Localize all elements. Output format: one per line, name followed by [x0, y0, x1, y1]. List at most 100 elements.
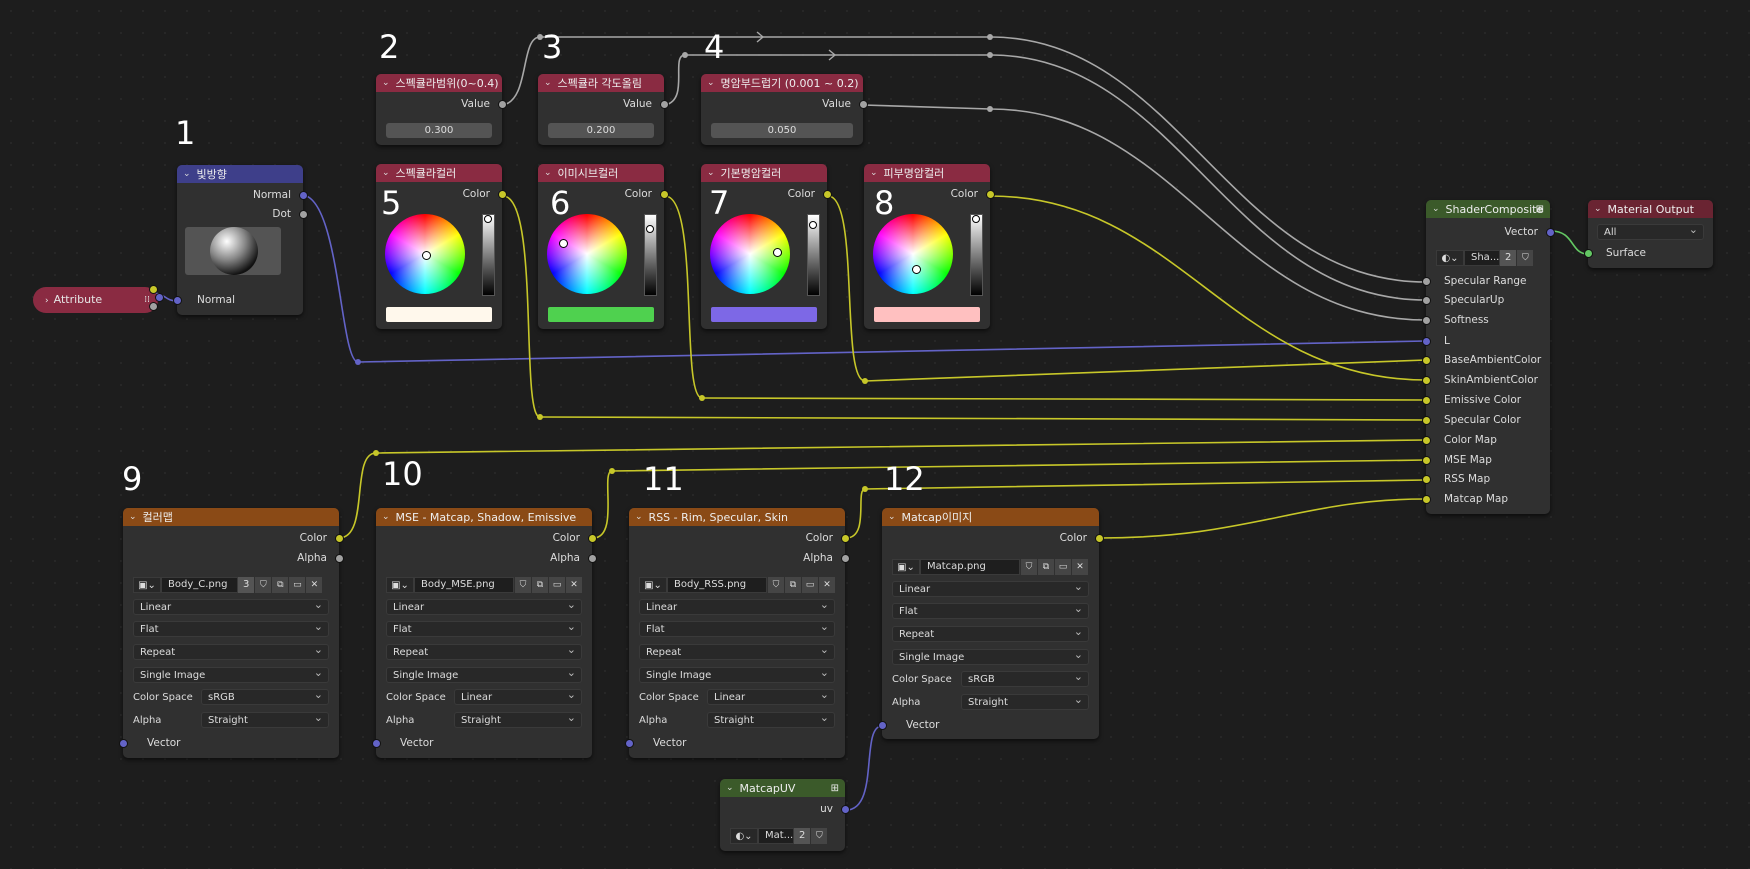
alpha-dropdown[interactable]: Straight [201, 710, 329, 728]
in-skin-ambient-socket[interactable] [1422, 376, 1431, 385]
alpha-dropdown[interactable]: Straight [707, 710, 835, 728]
color-picker-dot[interactable] [912, 265, 921, 274]
fake-user-shield-icon[interactable]: ⛉ [514, 577, 531, 593]
shader-composite-node[interactable]: ⌄ ShaderComposite ⊞ Vector ◐⌄ Sha... 2 ⛉ S… [1422, 200, 1555, 514]
image-browse-icon[interactable]: ▣⌄ [892, 559, 920, 575]
duplicate-icon[interactable]: ⧉ [271, 577, 289, 593]
image-name-field[interactable]: Body_RSS.png [667, 577, 767, 593]
image-name-field[interactable]: Body_MSE.png [414, 577, 514, 593]
projection-dropdown[interactable]: Flat [892, 601, 1089, 619]
color-picker-dot[interactable] [773, 248, 782, 257]
value-slider-handle[interactable] [809, 221, 817, 229]
alpha-dropdown[interactable]: Straight [454, 710, 582, 728]
group-name-field[interactable]: Sha... [1464, 250, 1500, 266]
mse-map-node[interactable]: ⌄ MSE - Matcap, Shadow, Emissive Color Al… [372, 508, 597, 758]
image-users-count[interactable]: 3 [238, 577, 255, 593]
out-color-socket[interactable] [588, 534, 597, 543]
fake-user-shield-icon[interactable]: ⛉ [254, 577, 272, 593]
close-icon[interactable]: ✕ [818, 577, 835, 593]
shader-composite-header[interactable]: ⌄ ShaderComposite ⊞ [1426, 200, 1550, 218]
extension-dropdown[interactable]: Repeat [133, 642, 329, 660]
color-map-header[interactable]: ⌄ 컬러맵 [123, 508, 339, 526]
close-icon[interactable]: ✕ [565, 577, 582, 593]
light-direction-header[interactable]: ⌄ 빛방향 [177, 165, 303, 183]
rss-map-header[interactable]: ⌄ RSS - Rim, Specular, Skin [629, 508, 845, 526]
image-name-field[interactable]: Matcap.png [920, 559, 1020, 575]
node-tree-browse-icon[interactable]: ◐⌄ [1436, 250, 1464, 266]
image-browse-icon[interactable]: ▣⌄ [639, 577, 667, 593]
normal-sphere-widget[interactable] [185, 227, 281, 275]
attribute-fac-socket[interactable] [149, 302, 158, 311]
softness-value-field[interactable]: 0.050 [711, 123, 853, 138]
duplicate-icon[interactable]: ⧉ [1037, 559, 1054, 575]
value-slider-handle[interactable] [484, 215, 492, 223]
in-mse-map-socket[interactable] [1422, 456, 1431, 465]
color-swatch[interactable] [548, 307, 654, 322]
emissive-color-header[interactable]: ⌄ 이미시브컬러 [538, 164, 664, 182]
interpolation-dropdown[interactable]: Linear [639, 597, 835, 615]
out-color-socket[interactable] [841, 534, 850, 543]
light-direction-node[interactable]: ⌄ 빛방향 Normal Dot Normal [173, 165, 308, 315]
out-alpha-socket[interactable] [588, 554, 597, 563]
matcap-uv-header[interactable]: ⌄ MatcapUV ⊞ [720, 779, 845, 797]
spec-up-header[interactable]: ⌄ 스펙큘라 각도올림 [538, 74, 664, 92]
fake-user-shield-icon[interactable]: ⛉ [810, 828, 828, 844]
softness-node[interactable]: ⌄ 명암부드럽기 (0.001 ~ 0.2) Value 0.050 [701, 74, 868, 145]
material-output-header[interactable]: ⌄ Material Output [1588, 200, 1713, 218]
in-specular-up-socket[interactable] [1422, 296, 1431, 305]
projection-dropdown[interactable]: Flat [133, 619, 329, 637]
out-normal-socket[interactable] [299, 191, 308, 200]
image-selector[interactable]: ▣⌄ Body_C.png 3 ⛉ ⧉ ▭ ✕ [133, 577, 329, 593]
base-ambient-out-socket[interactable] [823, 190, 832, 199]
fake-user-shield-icon[interactable]: ⛉ [1516, 250, 1534, 266]
in-specular-color-socket[interactable] [1422, 416, 1431, 425]
out-alpha-socket[interactable] [841, 554, 850, 563]
color-wheel[interactable] [385, 214, 465, 294]
spec-range-value-field[interactable]: 0.300 [386, 123, 492, 138]
skin-ambient-node[interactable]: ⌄ 피부명암컬러 Color 8 [864, 164, 995, 329]
in-matcap-map-socket[interactable] [1422, 495, 1431, 504]
fake-user-shield-icon[interactable]: ⛉ [767, 577, 784, 593]
rss-map-node[interactable]: ⌄ RSS - Rim, Specular, Skin Color Alpha ▣… [625, 508, 850, 758]
fake-user-shield-icon[interactable]: ⛉ [1020, 559, 1037, 575]
in-l-socket[interactable] [1422, 337, 1431, 346]
color-space-dropdown[interactable]: Linear [707, 687, 835, 705]
duplicate-icon[interactable]: ⧉ [531, 577, 548, 593]
value-slider[interactable] [482, 214, 495, 296]
in-normal-socket[interactable] [173, 296, 182, 305]
in-surface-socket[interactable] [1584, 249, 1593, 258]
out-vector-socket[interactable] [1546, 228, 1555, 237]
color-picker-dot[interactable] [559, 239, 568, 248]
spec-range-header[interactable]: ⌄ 스펙큘라범위(0~0.4) [376, 74, 502, 92]
in-color-map-socket[interactable] [1422, 436, 1431, 445]
interpolation-dropdown[interactable]: Linear [386, 597, 582, 615]
out-color-socket[interactable] [335, 534, 344, 543]
color-wheel[interactable] [547, 214, 627, 294]
open-folder-icon[interactable]: ▭ [288, 577, 306, 593]
matcap-uv-node[interactable]: ⌄ MatcapUV ⊞ uv ◐⌄ Mat... 2 ⛉ [720, 779, 850, 851]
color-space-dropdown[interactable]: sRGB [201, 687, 329, 705]
in-emissive-color-socket[interactable] [1422, 396, 1431, 405]
color-swatch[interactable] [711, 307, 817, 322]
color-swatch[interactable] [386, 307, 492, 322]
out-dot-socket[interactable] [299, 210, 308, 219]
value-slider[interactable] [644, 214, 657, 296]
duplicate-icon[interactable]: ⧉ [784, 577, 801, 593]
extension-dropdown[interactable]: Repeat [386, 642, 582, 660]
open-folder-icon[interactable]: ▭ [548, 577, 565, 593]
in-vector-socket[interactable] [372, 739, 381, 748]
color-space-dropdown[interactable]: sRGB [961, 669, 1089, 687]
group-users-count[interactable]: 2 [1500, 250, 1517, 266]
spec-range-out-socket[interactable] [498, 100, 507, 109]
value-slider[interactable] [807, 214, 820, 296]
source-dropdown[interactable]: Single Image [386, 665, 582, 683]
softness-header[interactable]: ⌄ 명암부드럽기 (0.001 ~ 0.2) [701, 74, 863, 92]
skin-ambient-out-socket[interactable] [986, 190, 995, 199]
color-map-node[interactable]: ⌄ 컬러맵 Color Alpha ▣⌄ Body_C.png 3 ⛉ ⧉ ▭ ✕… [119, 508, 344, 758]
close-icon[interactable]: ✕ [1071, 559, 1088, 575]
extension-dropdown[interactable]: Repeat [639, 642, 835, 660]
base-ambient-header[interactable]: ⌄ 기본명암컬러 [701, 164, 827, 182]
in-rss-map-socket[interactable] [1422, 475, 1431, 484]
emissive-color-node[interactable]: ⌄ 이미시브컬러 Color 6 [538, 164, 669, 329]
spec-up-out-socket[interactable] [660, 100, 669, 109]
